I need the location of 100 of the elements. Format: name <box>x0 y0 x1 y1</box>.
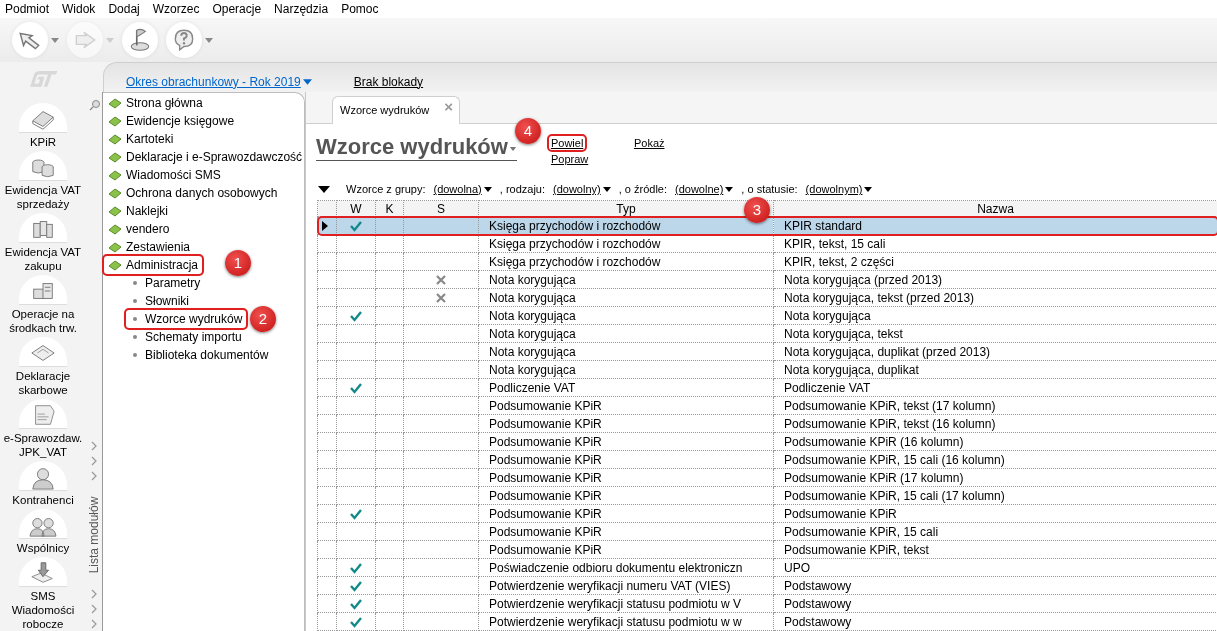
table-row[interactable]: Nota korygująca Nota korygująca, tekst <box>317 324 1217 343</box>
module-button[interactable]: KPiR <box>0 103 86 149</box>
filter-dropdown[interactable]: (dowolnym) <box>805 181 873 198</box>
table-row[interactable]: Podsumowanie KPiR Podsumowanie KPiR (16 kolumn) <box>317 432 1217 451</box>
module-icon <box>108 240 122 254</box>
lock-status-link[interactable]: Brak blokady <box>353 72 424 91</box>
caret-icon <box>51 37 59 43</box>
table-row[interactable]: Podsumowanie KPiR Podsumowanie KPiR, 15 cali (17 kolumn) <box>317 486 1217 505</box>
table-cell: Księga przychodów i rozchodów <box>478 252 774 271</box>
nav-item[interactable]: Deklaracje i e-Sprawozdawczość <box>108 148 307 166</box>
table-row[interactable]: Podsumowanie KPiR Podsumowanie KPiR, tekst (16 kolumn) <box>317 414 1217 433</box>
table-cell: Potwierdzenie weryfikacji numeru VAT (VIES) <box>478 576 774 595</box>
column-header[interactable]: S <box>403 200 479 217</box>
module-label: KPiR <box>28 135 58 149</box>
chevron-icon[interactable] <box>91 618 97 629</box>
table-cell: Nota korygująca <box>478 288 774 307</box>
filter-dropdown[interactable]: (dowolne) <box>675 181 734 198</box>
nav-item[interactable]: Zestawienia <box>108 238 195 256</box>
column-header[interactable]: Nazwa <box>773 200 1217 217</box>
toolbar-button[interactable] <box>166 22 213 58</box>
chevron-icon[interactable] <box>91 440 97 451</box>
table-cell: Księga przychodów i rozchodów <box>478 234 774 253</box>
step-number-badge: 1 <box>225 250 251 276</box>
table-row[interactable]: Podsumowanie KPiR Podsumowanie KPiR, tekst <box>317 540 1217 559</box>
table-row[interactable]: Nota korygująca Nota korygująca <box>317 306 1217 325</box>
table-row[interactable]: Podliczenie VAT Podliczenie VAT <box>317 378 1217 397</box>
action-link[interactable]: Powiel <box>548 135 586 150</box>
menu-item[interactable]: Narzędzia <box>274 0 329 18</box>
menu-item[interactable]: Pomoc <box>341 0 379 18</box>
menu-item[interactable]: Podmiot <box>5 0 50 18</box>
module-button[interactable]: Ewidencja VAT sprzedaży <box>0 151 86 211</box>
table-row[interactable]: Nota korygująca Nota korygująca, duplikat (przed 2013) <box>317 342 1217 361</box>
caret-icon <box>508 146 517 151</box>
nav-item[interactable]: vendero <box>108 220 174 238</box>
filter-label: , rodzaju: <box>499 182 546 198</box>
cross-icon <box>436 292 446 303</box>
chevron-icon[interactable] <box>91 588 97 599</box>
module-label: Operacje na środkach trw. <box>8 307 78 335</box>
table-row[interactable]: Podsumowanie KPiR Podsumowanie KPiR (17 kolumn) <box>317 468 1217 487</box>
menu-item[interactable]: Widok <box>62 0 96 18</box>
check-icon <box>350 615 362 628</box>
module-button[interactable]: Operacje na środkach trw. <box>0 275 86 335</box>
nav-subitem[interactable]: Wzorce wydruków <box>126 310 247 328</box>
nav-subitem[interactable]: Parametry <box>130 274 205 292</box>
table-row[interactable]: Nota korygująca Nota korygująca, tekst (przed 2013) <box>317 288 1217 307</box>
nav-item[interactable]: Administracja <box>104 256 203 274</box>
table-row[interactable]: Potwierdzenie weryfikacji statusu podmiotu w V Podstawowy <box>317 594 1217 613</box>
column-header[interactable]: K <box>375 200 404 217</box>
filter-toggle-icon[interactable] <box>318 185 330 193</box>
module-button[interactable]: Ewidencja VAT zakupu <box>0 213 86 273</box>
nav-item[interactable]: Kartoteki <box>108 130 178 148</box>
table-row[interactable]: Podsumowanie KPiR Podsumowanie KPiR, 15 cali <box>317 522 1217 541</box>
nav-item[interactable]: Ewidencje księgowe <box>108 112 239 130</box>
table-row[interactable]: Podsumowanie KPiR Podsumowanie KPiR, 15 cali (16 kolumn) <box>317 450 1217 469</box>
nav-subitem[interactable]: Słowniki <box>130 292 193 310</box>
menu-item[interactable]: Operacje <box>212 0 262 18</box>
nav-subitem[interactable]: Schematy importu <box>130 328 246 346</box>
chevron-icon[interactable] <box>91 470 97 481</box>
filter-dropdown[interactable]: (dowolna) <box>433 181 492 198</box>
nav-item[interactable]: Strona główna <box>108 94 207 112</box>
module-button[interactable]: Kontrahenci <box>0 461 86 507</box>
check-icon <box>350 579 362 592</box>
table-row[interactable]: Nota korygująca Nota korygująca, duplikat <box>317 360 1217 379</box>
table-row[interactable]: Księga przychodów i rozchodów KPIR standard <box>317 216 1217 235</box>
table-cell: Potwierdzenie weryfikacji statusu podmiotu w w <box>478 612 774 631</box>
nav-subitem[interactable]: Biblioteka dokumentów <box>130 346 273 364</box>
current-row-icon <box>322 220 328 231</box>
module-button[interactable]: SMS Wiadomości robocze <box>0 557 86 631</box>
chevron-icon[interactable] <box>91 603 97 614</box>
toolbar-button[interactable] <box>122 22 158 58</box>
check-icon <box>350 561 362 574</box>
module-button[interactable]: Deklaracje skarbowe <box>0 337 86 397</box>
table-row[interactable]: Potwierdzenie weryfikacji numeru VAT (VIES) Podstawowy <box>317 576 1217 595</box>
table-row[interactable]: Podsumowanie KPiR Podsumowanie KPiR, tekst (17 kolumn) <box>317 396 1217 415</box>
module-button[interactable]: e-Sprawozdaw. JPK_VAT <box>0 399 86 459</box>
nav-item[interactable]: Wiadomości SMS <box>108 166 225 184</box>
column-header[interactable]: W <box>336 200 376 217</box>
table-row[interactable]: Księga przychodów i rozchodów KPIR, tekst, 2 części <box>317 252 1217 271</box>
table-row[interactable]: Potwierdzenie weryfikacji statusu podmiotu w w Podstawowy <box>317 612 1217 631</box>
table-cell: Podsumowanie KPiR <box>478 432 774 451</box>
page-title[interactable]: Wzorce wydruków <box>316 133 517 161</box>
module-button[interactable]: Wspólnicy <box>0 509 86 555</box>
menu-item[interactable]: Wzorzec <box>152 0 200 18</box>
period-dropdown[interactable]: Okres obrachunkowy - Rok 2019 <box>126 72 312 91</box>
table-row[interactable]: Poświadczenie odbioru dokumentu elektroniczn UPO <box>317 558 1217 577</box>
table-cell: Podsumowanie KPiR <box>478 540 774 559</box>
chevron-icon[interactable] <box>91 455 97 466</box>
action-link[interactable]: Popraw <box>548 151 591 166</box>
table-row[interactable]: Nota korygująca Nota korygująca (przed 2013) <box>317 270 1217 289</box>
module-list-label[interactable]: Lista modułów <box>85 496 103 573</box>
nav-item[interactable]: Ochrona danych osobowych <box>108 184 282 202</box>
tab[interactable]: Wzorce wydruków × <box>332 95 460 124</box>
menu-item[interactable]: Dodaj <box>108 0 140 18</box>
table-row[interactable]: Podsumowanie KPiR Podsumowanie KPiR <box>317 504 1217 523</box>
action-link[interactable]: Pokaż <box>631 135 667 150</box>
nav-item[interactable]: Naklejki <box>108 202 172 220</box>
toolbar-button[interactable] <box>12 22 59 58</box>
filter-dropdown[interactable]: (dowolny) <box>553 181 611 198</box>
bullet-icon <box>133 317 137 321</box>
table-row[interactable]: Księga przychodów i rozchodów KPIR, tekst, 15 cali <box>317 234 1217 253</box>
